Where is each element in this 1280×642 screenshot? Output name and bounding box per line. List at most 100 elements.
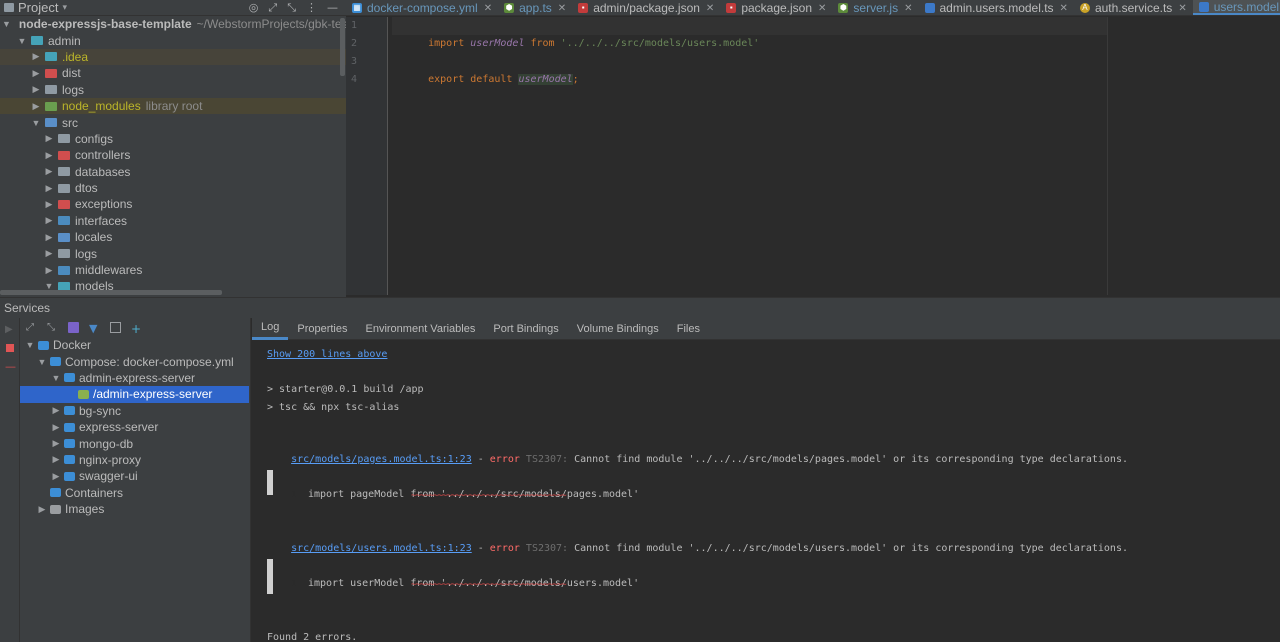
- error-file-link[interactable]: src/models/users.model.ts:1:23: [291, 543, 472, 554]
- chevron-right-icon[interactable]: ▶: [43, 248, 55, 259]
- new-tab-icon[interactable]: [110, 322, 121, 333]
- tree-item-root[interactable]: ▼ node-expressjs-base-template ~/Webstor…: [0, 16, 348, 32]
- tree-item-middlewares[interactable]: ▶ middlewares: [0, 262, 346, 278]
- chevron-right-icon[interactable]: ▶: [43, 199, 55, 210]
- tree-item-controllers[interactable]: ▶ controllers: [0, 147, 346, 163]
- close-icon[interactable]: ✕: [558, 3, 566, 14]
- group-by-icon[interactable]: [68, 322, 79, 333]
- tab-app-ts[interactable]: ⬢ app.ts ✕: [498, 0, 572, 15]
- close-icon[interactable]: ✕: [706, 3, 714, 14]
- chevron-right-icon[interactable]: ▶: [43, 265, 55, 276]
- chevron-down-icon[interactable]: ▾: [62, 3, 67, 13]
- show-more-link[interactable]: Show 200 lines above: [267, 347, 387, 363]
- stop-icon[interactable]: [6, 344, 14, 352]
- chevron-right-icon[interactable]: ▶: [43, 150, 55, 161]
- tab-auth-service[interactable]: A auth.service.ts ✕: [1074, 0, 1193, 15]
- tree-item-idea[interactable]: ▶ .idea: [0, 48, 346, 66]
- close-icon[interactable]: ✕: [904, 3, 912, 14]
- expand-all-icon[interactable]: ⤢: [26, 322, 37, 333]
- service-item-images[interactable]: ▶ Images: [20, 501, 250, 517]
- tab-package-json[interactable]: ▪ package.json ✕: [720, 0, 832, 15]
- tree-item-interfaces[interactable]: ▶ interfaces: [0, 213, 346, 229]
- chevron-right-icon[interactable]: ▶: [30, 84, 42, 95]
- code-line-3[interactable]: export default userModel;: [392, 53, 579, 85]
- service-item-express-server[interactable]: ▶ express-server: [20, 419, 250, 435]
- tab-admin-users-model[interactable]: admin.users.model.ts ✕: [919, 0, 1074, 15]
- tab-properties[interactable]: Properties: [288, 318, 356, 340]
- service-item-swagger-ui[interactable]: ▶ swagger-ui: [20, 468, 250, 484]
- chevron-down-icon[interactable]: ▼: [2, 19, 11, 29]
- tab-port-bindings[interactable]: Port Bindings: [484, 318, 567, 340]
- chevron-right-icon[interactable]: ▶: [30, 101, 42, 112]
- close-icon[interactable]: ✕: [1178, 3, 1186, 14]
- tree-item-locales[interactable]: ▶ locales: [0, 229, 346, 245]
- tab-docker-compose[interactable]: ▦ docker-compose.yml ✕: [346, 0, 498, 15]
- locate-icon[interactable]: ◎: [249, 1, 259, 15]
- chevron-right-icon[interactable]: ▶: [43, 183, 55, 194]
- service-item-bg-sync[interactable]: ▶ bg-sync: [20, 403, 250, 419]
- service-item-mongo-db[interactable]: ▶ mongo-db: [20, 435, 250, 451]
- service-item-admin-express-server[interactable]: ▼ admin-express-server: [20, 370, 250, 386]
- project-vertical-scrollbar[interactable]: [340, 18, 345, 76]
- chevron-right-icon[interactable]: ▶: [50, 471, 62, 482]
- chevron-right-icon[interactable]: ▶: [43, 133, 55, 144]
- chevron-down-icon[interactable]: ▼: [50, 373, 62, 383]
- chevron-right-icon[interactable]: ▶: [50, 422, 62, 433]
- remove-icon[interactable]: —: [5, 360, 16, 373]
- project-title[interactable]: Project: [18, 0, 58, 15]
- tree-item-admin[interactable]: ▼ admin: [0, 32, 346, 48]
- chevron-down-icon[interactable]: ▼: [16, 36, 28, 46]
- service-item-containers[interactable]: Containers: [20, 485, 250, 501]
- tree-item-dist[interactable]: ▶ dist: [0, 65, 346, 81]
- tree-item-node-modules[interactable]: ▶ node_modules library root: [0, 97, 346, 115]
- log-console[interactable]: Show 200 lines above > starter@0.0.1 bui…: [252, 341, 1280, 642]
- service-item-nginx-proxy[interactable]: ▶ nginx-proxy: [20, 452, 250, 468]
- run-icon[interactable]: ▶: [5, 324, 15, 335]
- add-service-icon[interactable]: +: [131, 322, 142, 336]
- service-item-docker[interactable]: ▼ Docker: [20, 337, 250, 353]
- options-menu-icon[interactable]: ⋮: [306, 1, 317, 15]
- tree-item-logs-src[interactable]: ▶ logs: [0, 245, 346, 261]
- error-file-link[interactable]: src/models/pages.model.ts:1:23: [291, 454, 472, 465]
- tab-server-js[interactable]: ⬢ server.js ✕: [832, 0, 918, 15]
- tree-item-dtos[interactable]: ▶ dtos: [0, 180, 346, 196]
- hide-icon[interactable]: —: [327, 1, 338, 15]
- code-line-1[interactable]: import userModel from '../../../src/mode…: [392, 17, 1108, 49]
- chevron-right-icon[interactable]: ▶: [43, 215, 55, 226]
- chevron-down-icon[interactable]: ▼: [24, 340, 36, 350]
- tab-environment-variables[interactable]: Environment Variables: [357, 318, 485, 340]
- tree-item-databases[interactable]: ▶ databases: [0, 164, 346, 180]
- close-icon[interactable]: ✕: [484, 3, 492, 14]
- service-item-compose[interactable]: ▼ Compose: docker-compose.yml: [20, 353, 250, 369]
- chevron-right-icon[interactable]: ▶: [43, 232, 55, 243]
- service-item-container-admin-express-server[interactable]: /admin-express-server: [20, 386, 249, 403]
- tree-item-src[interactable]: ▼ src: [0, 114, 346, 130]
- tab-volume-bindings[interactable]: Volume Bindings: [568, 318, 668, 340]
- chevron-right-icon[interactable]: ▶: [50, 454, 62, 465]
- tree-item-extra: library root: [145, 99, 203, 114]
- collapse-all-icon[interactable]: ⤡: [47, 322, 58, 333]
- chevron-right-icon[interactable]: ▶: [50, 438, 62, 449]
- chevron-down-icon[interactable]: ▼: [30, 118, 42, 128]
- chevron-down-icon[interactable]: ▼: [36, 357, 48, 367]
- close-icon[interactable]: ✕: [818, 3, 826, 14]
- chevron-right-icon[interactable]: ▶: [43, 166, 55, 177]
- project-horizontal-scrollbar[interactable]: [0, 290, 222, 295]
- tab-users-model[interactable]: users.model.ts ✕: [1192, 0, 1280, 15]
- chevron-right-icon[interactable]: ▶: [50, 405, 62, 416]
- chevron-right-icon[interactable]: ▶: [36, 504, 48, 515]
- tab-log[interactable]: Log: [252, 318, 289, 340]
- collapse-all-icon[interactable]: ⤡: [287, 1, 296, 15]
- code-area[interactable]: import userModel from '../../../src/mode…: [392, 17, 1108, 295]
- close-icon[interactable]: ✕: [1060, 3, 1068, 14]
- code-editor[interactable]: 1 2 3 4 import userModel from '../../../…: [346, 17, 1280, 297]
- tree-item-configs[interactable]: ▶ configs: [0, 131, 346, 147]
- expand-all-icon[interactable]: ⤢: [268, 1, 277, 15]
- tree-item-exceptions[interactable]: ▶ exceptions: [0, 196, 346, 212]
- tree-item-logs[interactable]: ▶ logs: [0, 82, 346, 98]
- chevron-right-icon[interactable]: ▶: [30, 51, 42, 62]
- tab-admin-package-json[interactable]: ▪ admin/package.json ✕: [572, 0, 720, 15]
- filter-icon[interactable]: ▼: [89, 322, 100, 335]
- chevron-right-icon[interactable]: ▶: [30, 68, 42, 79]
- tab-files[interactable]: Files: [668, 318, 709, 340]
